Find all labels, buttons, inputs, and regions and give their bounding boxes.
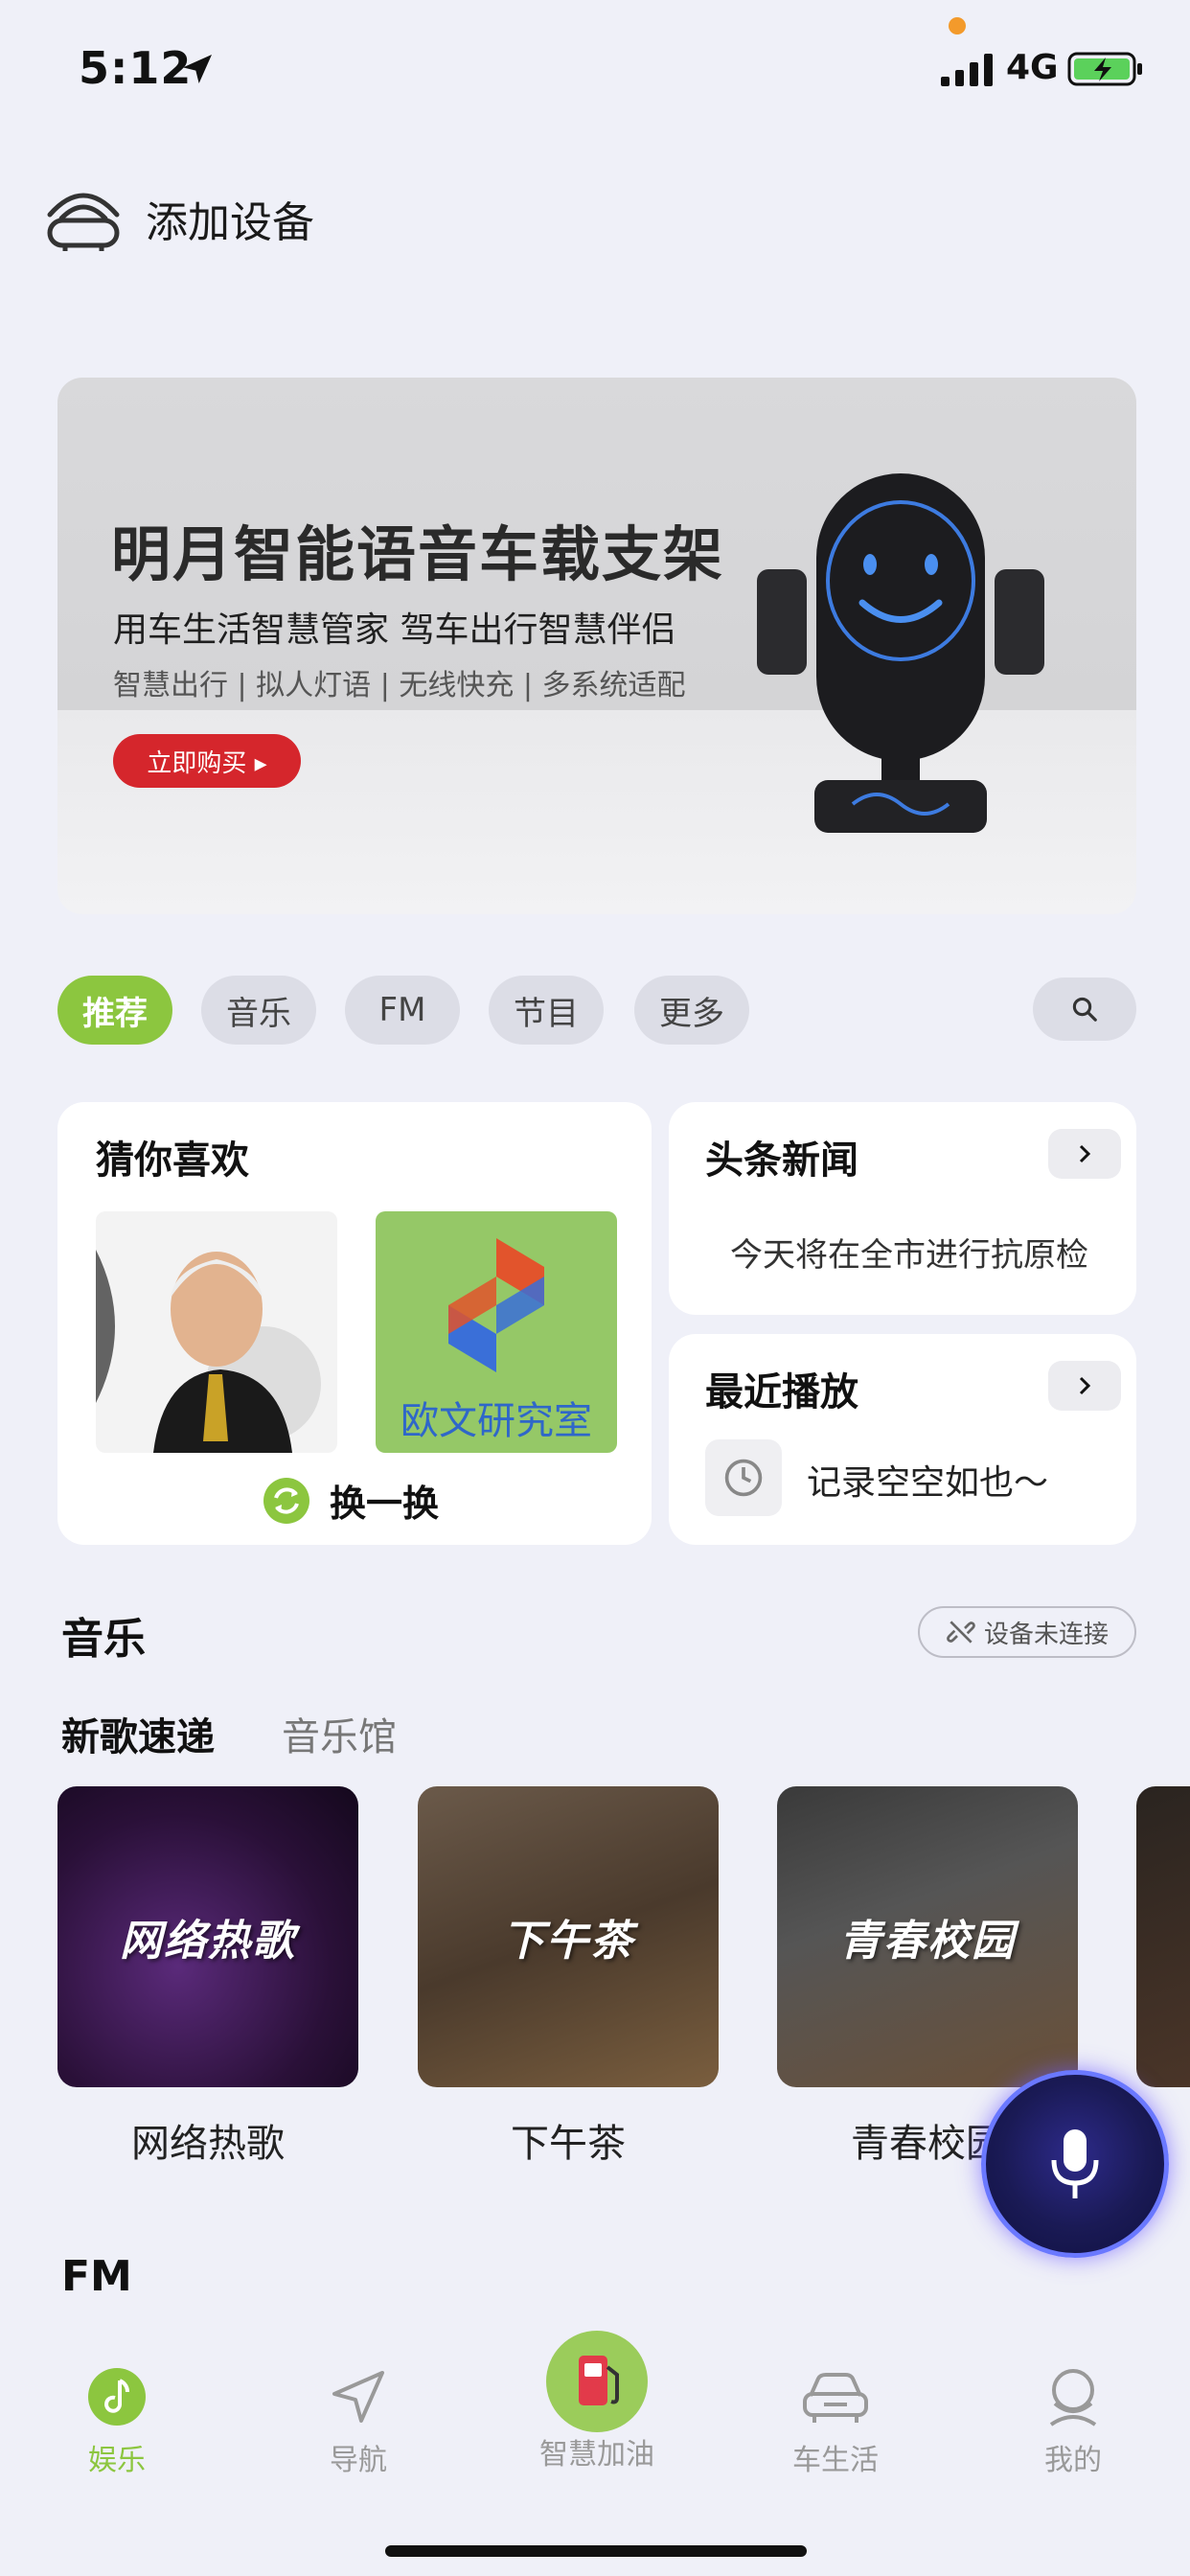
banner-title: 明月智能语音车载支架 [111,519,725,589]
clock-icon [724,1459,763,1497]
album-overlay-text: 网络热歌 [120,1917,296,1966]
recent-empty-text: 记录空空如也～ [807,1463,1049,1503]
tab-more[interactable]: 更多 [634,976,749,1045]
profile-icon [1049,2369,1097,2426]
subtab-music-hall[interactable]: 音乐馆 [282,1706,397,1761]
chevron-right-icon [1079,1376,1091,1395]
recent-card-title: 最近播放 [705,1370,858,1414]
nav-car-life[interactable]: 车生活 [759,2365,912,2478]
album-card-campus[interactable]: 青春校园 [777,1786,1078,2087]
nav-label: 车生活 [792,2444,879,2477]
nav-entertainment[interactable]: 娱乐 [40,2365,194,2478]
music-section-title: 音乐 [61,1615,146,1664]
tab-fm[interactable]: FM [345,976,460,1045]
refresh-label: 换一换 [330,1483,440,1525]
album-overlay-text: 下午茶 [502,1917,634,1966]
recommend-card-title: 猜你喜欢 [96,1138,249,1183]
status-time: 5:12 [79,42,193,94]
nav-label: 娱乐 [88,2444,146,2477]
album-card-hot-songs[interactable]: 网络热歌 [57,1786,358,2087]
privacy-indicator-dot [949,17,966,34]
car-holder-product-image [757,473,1044,833]
news-card-title: 头条新闻 [705,1138,858,1183]
music-note-icon [88,2368,146,2426]
nav-label: 智慧加油 [539,2438,654,2472]
device-icon[interactable] [44,182,123,253]
recent-card[interactable]: 最近播放 记录空空如也～ [669,1334,1136,1545]
news-more-button[interactable] [1048,1129,1121,1179]
device-status-badge[interactable]: 设备未连接 [918,1606,1136,1658]
tab-programs[interactable]: 节目 [489,976,604,1045]
album-overlay-text: 青春校园 [839,1917,1016,1966]
refresh-icon [263,1477,309,1524]
album-label: 网络热歌 [131,2122,285,2166]
person-portrait-image [96,1211,337,1453]
refresh-button[interactable]: 换一换 [263,1474,439,1527]
recent-more-button[interactable] [1048,1361,1121,1411]
nav-label: 导航 [330,2444,387,2477]
buy-now-button[interactable]: 立即购买 ▸ [113,734,301,788]
battery-charging-icon [1067,52,1142,86]
home-indicator[interactable] [385,2545,807,2557]
device-status-text: 设备未连接 [983,1620,1109,1649]
fm-section-title: FM [61,2252,132,2301]
recommend-thumb-person[interactable] [96,1211,337,1453]
location-arrow-icon [183,55,212,83]
network-type: 4G [1006,48,1059,87]
chevron-right-icon [1079,1144,1091,1163]
nav-label: 我的 [1044,2444,1102,2477]
car-icon [803,2373,868,2423]
cellular-signal-icon [941,54,993,86]
search-icon [1072,997,1097,1022]
banner-tags: 智慧出行 | 拟人灯语 | 无线快充 | 多系统适配 [113,669,686,702]
album-label: 下午茶 [511,2122,626,2166]
podcast-thumb-text: 欧文研究室 [400,1399,592,1443]
recommend-thumb-podcast[interactable]: 欧文研究室 [376,1211,617,1453]
voice-assistant-button[interactable] [981,2070,1169,2258]
tab-recommend[interactable]: 推荐 [57,976,172,1045]
fuel-pump-icon [546,2331,648,2432]
album-card-partial[interactable] [1136,1786,1190,2087]
add-device-label[interactable]: 添加设备 [146,188,314,249]
podcast-logo-icon [448,1238,544,1372]
news-headline[interactable]: 今天将在全市进行抗原检 [730,1229,1123,1276]
nav-mine[interactable]: 我的 [996,2365,1150,2478]
microphone-icon [1051,2129,1099,2198]
nav-navigation[interactable]: 导航 [282,2365,435,2478]
navigation-arrow-icon [332,2371,384,2423]
subtab-new-songs[interactable]: 新歌速递 [61,1706,215,1761]
news-card[interactable]: 头条新闻 今天将在全市进行抗原检 [669,1102,1136,1315]
search-button[interactable] [1033,978,1136,1041]
tab-music[interactable]: 音乐 [201,976,316,1045]
history-icon-box [705,1439,782,1516]
banner-subtitle: 用车生活智慧管家 驾车出行智慧伴侣 [113,610,676,650]
promo-banner[interactable]: 明月智能语音车载支架 用车生活智慧管家 驾车出行智慧伴侣 智慧出行 | 拟人灯语… [57,378,1136,914]
unlinked-icon [947,1621,975,1644]
nav-smart-fuel[interactable]: 智慧加油 [520,2329,674,2472]
album-card-afternoon-tea[interactable]: 下午茶 [418,1786,719,2087]
